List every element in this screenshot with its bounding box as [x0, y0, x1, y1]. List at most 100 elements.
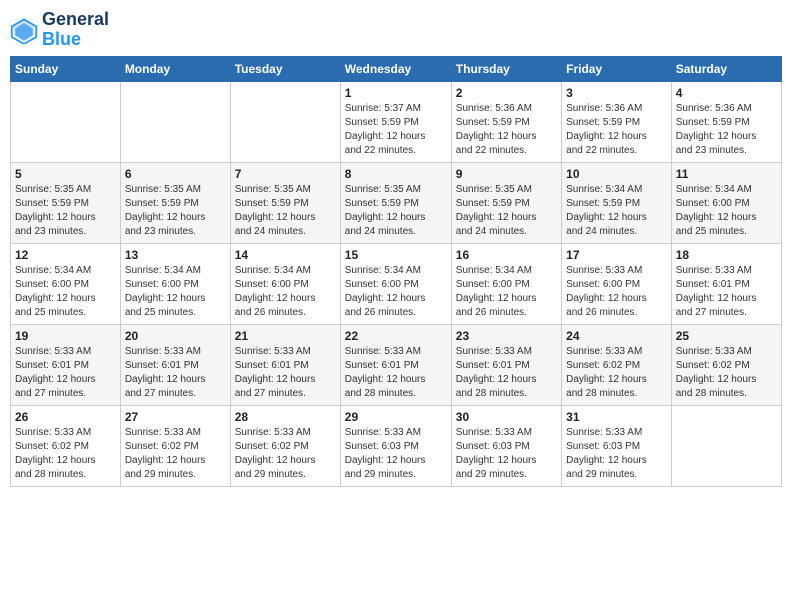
calendar-cell — [11, 81, 121, 162]
day-number: 12 — [15, 248, 116, 262]
weekday-header-saturday: Saturday — [671, 56, 781, 81]
day-info: Sunrise: 5:33 AM Sunset: 6:01 PM Dayligh… — [125, 345, 226, 401]
calendar-week-5: 26 Sunrise: 5:33 AM Sunset: 6:02 PM Dayli… — [11, 405, 782, 486]
calendar-week-3: 12 Sunrise: 5:34 AM Sunset: 6:00 PM Dayli… — [11, 243, 782, 324]
calendar-week-2: 5 Sunrise: 5:35 AM Sunset: 5:59 PM Daylig… — [11, 162, 782, 243]
weekday-header-tuesday: Tuesday — [230, 56, 340, 81]
calendar-cell: 11 Sunrise: 5:34 AM Sunset: 6:00 PM Dayli… — [671, 162, 781, 243]
day-number: 3 — [566, 86, 667, 100]
day-info: Sunrise: 5:33 AM Sunset: 6:02 PM Dayligh… — [235, 426, 336, 482]
day-number: 14 — [235, 248, 336, 262]
calendar-cell: 25 Sunrise: 5:33 AM Sunset: 6:02 PM Dayli… — [671, 324, 781, 405]
day-number: 16 — [456, 248, 557, 262]
day-info: Sunrise: 5:33 AM Sunset: 6:01 PM Dayligh… — [456, 345, 557, 401]
day-number: 21 — [235, 329, 336, 343]
day-number: 26 — [15, 410, 116, 424]
calendar-cell: 10 Sunrise: 5:34 AM Sunset: 5:59 PM Dayli… — [562, 162, 672, 243]
day-number: 18 — [676, 248, 777, 262]
day-info: Sunrise: 5:33 AM Sunset: 6:00 PM Dayligh… — [566, 264, 667, 320]
day-info: Sunrise: 5:34 AM Sunset: 5:59 PM Dayligh… — [566, 183, 667, 239]
day-info: Sunrise: 5:34 AM Sunset: 6:00 PM Dayligh… — [15, 264, 116, 320]
day-number: 5 — [15, 167, 116, 181]
calendar-cell: 14 Sunrise: 5:34 AM Sunset: 6:00 PM Dayli… — [230, 243, 340, 324]
calendar-cell: 5Sunrise: 5:35 AM Sunset: 5:59 PM Daylig… — [11, 162, 121, 243]
day-info: Sunrise: 5:33 AM Sunset: 6:03 PM Dayligh… — [456, 426, 557, 482]
calendar-cell: 27Sunrise: 5:33 AM Sunset: 6:02 PM Dayli… — [120, 405, 230, 486]
weekday-header-thursday: Thursday — [451, 56, 561, 81]
calendar: SundayMondayTuesdayWednesdayThursdayFrid… — [10, 56, 782, 487]
weekday-header-friday: Friday — [562, 56, 672, 81]
day-number: 2 — [456, 86, 557, 100]
calendar-cell: 26 Sunrise: 5:33 AM Sunset: 6:02 PM Dayli… — [11, 405, 121, 486]
day-info: Sunrise: 5:34 AM Sunset: 6:00 PM Dayligh… — [676, 183, 777, 239]
day-info: Sunrise: 5:34 AM Sunset: 6:00 PM Dayligh… — [235, 264, 336, 320]
day-info: Sunrise: 5:34 AM Sunset: 6:00 PM Dayligh… — [125, 264, 226, 320]
logo-icon — [10, 16, 38, 44]
day-number: 25 — [676, 329, 777, 343]
logo-text: General Blue — [42, 10, 109, 50]
calendar-cell: 21 Sunrise: 5:33 AM Sunset: 6:01 PM Dayli… — [230, 324, 340, 405]
day-number: 4 — [676, 86, 777, 100]
day-info: Sunrise: 5:33 AM Sunset: 6:01 PM Dayligh… — [15, 345, 116, 401]
day-info: Sunrise: 5:33 AM Sunset: 6:03 PM Dayligh… — [566, 426, 667, 482]
day-info: Sunrise: 5:34 AM Sunset: 6:00 PM Dayligh… — [456, 264, 557, 320]
calendar-cell: 17Sunrise: 5:33 AM Sunset: 6:00 PM Dayli… — [562, 243, 672, 324]
day-info: Sunrise: 5:36 AM Sunset: 5:59 PM Dayligh… — [456, 102, 557, 158]
calendar-week-4: 19 Sunrise: 5:33 AM Sunset: 6:01 PM Dayli… — [11, 324, 782, 405]
day-number: 15 — [345, 248, 447, 262]
day-info: Sunrise: 5:36 AM Sunset: 5:59 PM Dayligh… — [676, 102, 777, 158]
day-info: Sunrise: 5:33 AM Sunset: 6:02 PM Dayligh… — [15, 426, 116, 482]
calendar-cell: 1 Sunrise: 5:37 AM Sunset: 5:59 PM Daylig… — [340, 81, 451, 162]
calendar-cell: 18 Sunrise: 5:33 AM Sunset: 6:01 PM Dayli… — [671, 243, 781, 324]
calendar-cell: 29 Sunrise: 5:33 AM Sunset: 6:03 PM Dayli… — [340, 405, 451, 486]
calendar-cell: 3Sunrise: 5:36 AM Sunset: 5:59 PM Daylig… — [562, 81, 672, 162]
day-info: Sunrise: 5:37 AM Sunset: 5:59 PM Dayligh… — [345, 102, 447, 158]
calendar-cell: 16 Sunrise: 5:34 AM Sunset: 6:00 PM Dayli… — [451, 243, 561, 324]
calendar-cell: 19 Sunrise: 5:33 AM Sunset: 6:01 PM Dayli… — [11, 324, 121, 405]
calendar-cell: 24Sunrise: 5:33 AM Sunset: 6:02 PM Dayli… — [562, 324, 672, 405]
day-info: Sunrise: 5:35 AM Sunset: 5:59 PM Dayligh… — [125, 183, 226, 239]
weekday-header-monday: Monday — [120, 56, 230, 81]
calendar-cell: 28 Sunrise: 5:33 AM Sunset: 6:02 PM Dayli… — [230, 405, 340, 486]
day-info: Sunrise: 5:33 AM Sunset: 6:03 PM Dayligh… — [345, 426, 447, 482]
day-number: 7 — [235, 167, 336, 181]
calendar-cell: 15Sunrise: 5:34 AM Sunset: 6:00 PM Dayli… — [340, 243, 451, 324]
day-number: 29 — [345, 410, 447, 424]
calendar-cell: 7 Sunrise: 5:35 AM Sunset: 5:59 PM Daylig… — [230, 162, 340, 243]
day-number: 27 — [125, 410, 226, 424]
calendar-cell: 31 Sunrise: 5:33 AM Sunset: 6:03 PM Dayli… — [562, 405, 672, 486]
day-info: Sunrise: 5:33 AM Sunset: 6:02 PM Dayligh… — [676, 345, 777, 401]
day-number: 9 — [456, 167, 557, 181]
day-info: Sunrise: 5:35 AM Sunset: 5:59 PM Dayligh… — [235, 183, 336, 239]
calendar-cell: 13Sunrise: 5:34 AM Sunset: 6:00 PM Dayli… — [120, 243, 230, 324]
calendar-cell: 9 Sunrise: 5:35 AM Sunset: 5:59 PM Daylig… — [451, 162, 561, 243]
weekday-header-wednesday: Wednesday — [340, 56, 451, 81]
day-number: 19 — [15, 329, 116, 343]
day-number: 23 — [456, 329, 557, 343]
calendar-cell: 6 Sunrise: 5:35 AM Sunset: 5:59 PM Daylig… — [120, 162, 230, 243]
calendar-cell: 23 Sunrise: 5:33 AM Sunset: 6:01 PM Dayli… — [451, 324, 561, 405]
day-number: 8 — [345, 167, 447, 181]
day-number: 11 — [676, 167, 777, 181]
day-number: 31 — [566, 410, 667, 424]
day-number: 20 — [125, 329, 226, 343]
calendar-cell: 22 Sunrise: 5:33 AM Sunset: 6:01 PM Dayli… — [340, 324, 451, 405]
day-number: 6 — [125, 167, 226, 181]
day-number: 1 — [345, 86, 447, 100]
day-number: 10 — [566, 167, 667, 181]
calendar-cell: 8 Sunrise: 5:35 AM Sunset: 5:59 PM Daylig… — [340, 162, 451, 243]
calendar-cell: 2 Sunrise: 5:36 AM Sunset: 5:59 PM Daylig… — [451, 81, 561, 162]
day-info: Sunrise: 5:33 AM Sunset: 6:01 PM Dayligh… — [235, 345, 336, 401]
day-info: Sunrise: 5:33 AM Sunset: 6:01 PM Dayligh… — [345, 345, 447, 401]
day-number: 28 — [235, 410, 336, 424]
calendar-cell: 20 Sunrise: 5:33 AM Sunset: 6:01 PM Dayli… — [120, 324, 230, 405]
calendar-cell: 30Sunrise: 5:33 AM Sunset: 6:03 PM Dayli… — [451, 405, 561, 486]
day-number: 22 — [345, 329, 447, 343]
day-info: Sunrise: 5:33 AM Sunset: 6:01 PM Dayligh… — [676, 264, 777, 320]
day-info: Sunrise: 5:33 AM Sunset: 6:02 PM Dayligh… — [566, 345, 667, 401]
day-info: Sunrise: 5:35 AM Sunset: 5:59 PM Dayligh… — [456, 183, 557, 239]
day-info: Sunrise: 5:35 AM Sunset: 5:59 PM Dayligh… — [345, 183, 447, 239]
calendar-cell: 4 Sunrise: 5:36 AM Sunset: 5:59 PM Daylig… — [671, 81, 781, 162]
calendar-cell: 12 Sunrise: 5:34 AM Sunset: 6:00 PM Dayli… — [11, 243, 121, 324]
calendar-week-1: 1 Sunrise: 5:37 AM Sunset: 5:59 PM Daylig… — [11, 81, 782, 162]
